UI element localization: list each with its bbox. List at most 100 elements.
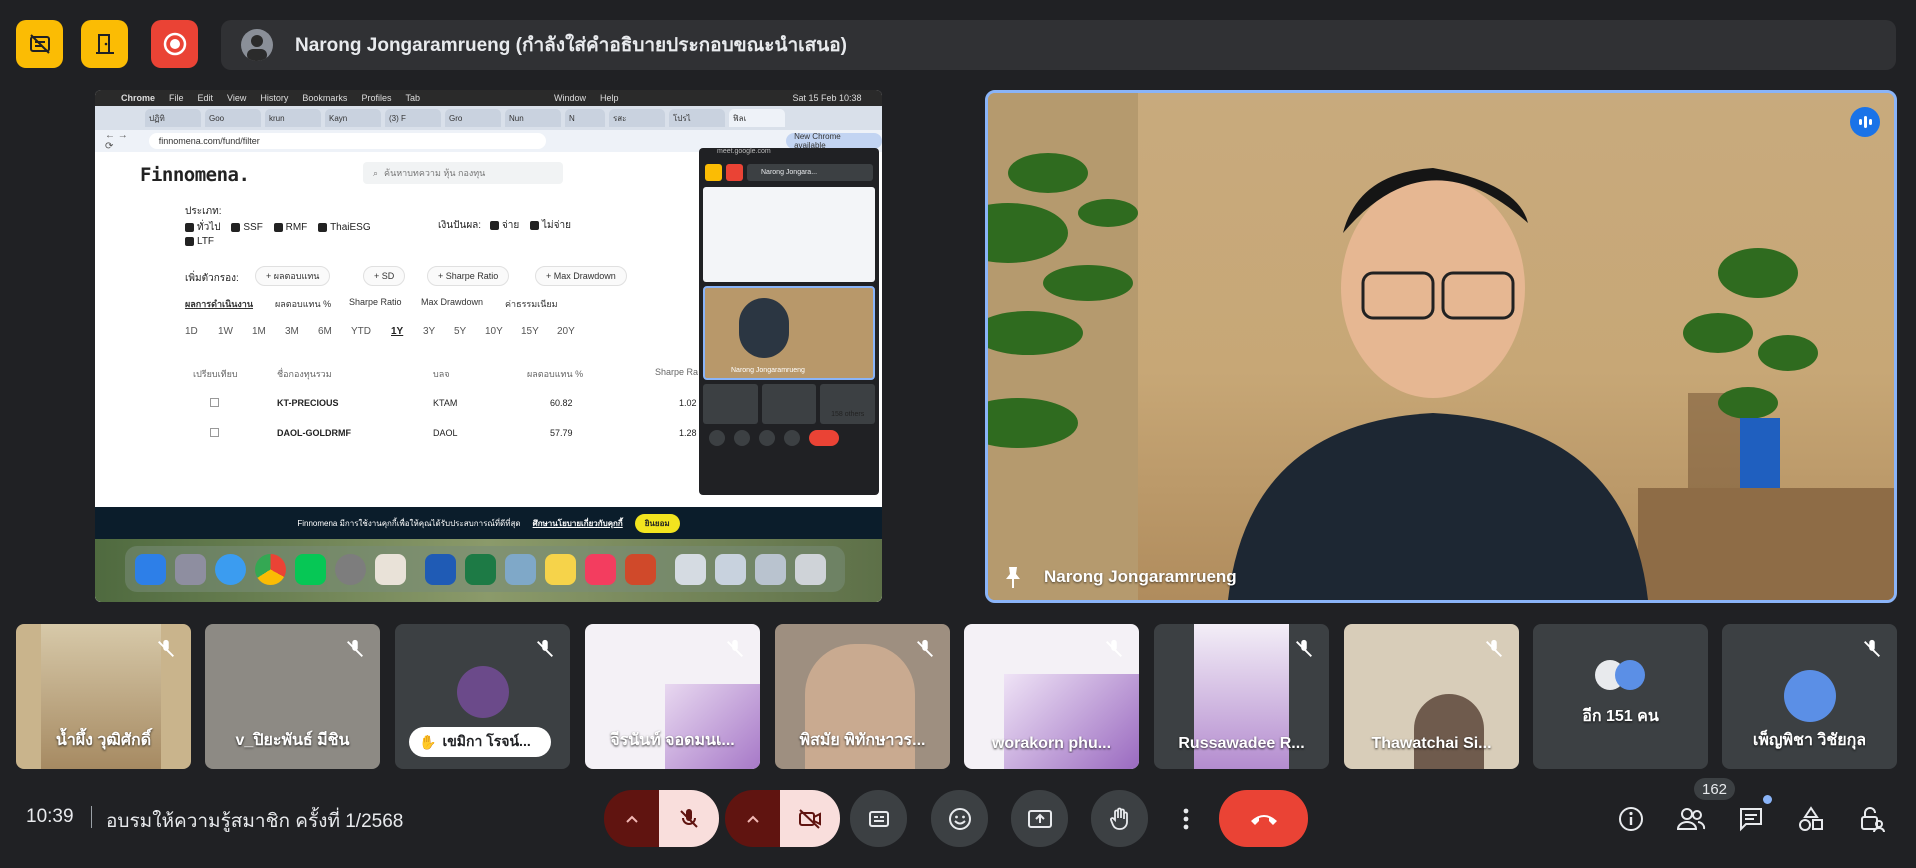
subtab: ผลการดำเนินงาน [185,299,254,309]
browser-tab: Nun [505,109,561,127]
menubar-item: View [227,93,247,103]
participant-tile[interactable]: Thawatchai Si... [1344,624,1519,769]
leave-call-button[interactable] [1219,790,1308,847]
type-label: ประเภท: [185,206,222,217]
column-header: ชื่อกองทุนรวม [277,369,332,379]
mic-toggle-button[interactable] [659,790,719,847]
no-captions-icon [29,34,50,54]
participant-tile[interactable]: ✋ เขมิกา โรจน์... [395,624,570,769]
participant-tile[interactable]: Russawadee R... [1154,624,1329,769]
column-header: เปรียบเทียบ [193,369,238,379]
pin-icon[interactable] [1000,564,1026,590]
people-button[interactable] [1674,802,1708,836]
participant-name: worakorn phu... [991,735,1112,752]
participant-tile[interactable]: เพ็ญพิชา วิชัยกุล [1722,624,1897,769]
participant-video [1414,694,1484,769]
compare-checkbox [210,428,219,437]
cookie-text: Finnomena มีการใช้งานคุกกี้เพื่อให้คุณได… [297,518,521,528]
browser-tab: ปฏิทิ [145,109,201,127]
checkbox-icon [318,222,328,232]
emoji-icon [948,807,971,830]
powerpoint-icon [625,553,656,585]
speaker-scene-illustration [988,93,1894,600]
menubar-item: Help [599,93,619,103]
mic-off-icon [347,639,363,657]
chat-button[interactable] [1734,802,1768,836]
app-icon [375,553,406,585]
participant-tile[interactable]: พิสมัย พิทักษาวร... [775,624,950,769]
recording-button[interactable] [151,20,198,68]
visual-effects-off-button[interactable] [16,20,63,68]
participant-name: Thawatchai Si... [1371,735,1492,752]
settings-icon [335,553,366,585]
dividend-label: เงินปันผล: [438,220,482,231]
dividend-option: จ่าย [501,220,520,231]
participant-tile[interactable]: จีรนันท์ จอดมนเ... [585,624,760,769]
host-controls-lock-button[interactable] [1854,802,1888,836]
mini-hangup-icon [809,430,839,446]
cookie-link: ศึกษานโยบายเกี่ยวกับคุกกี้ [532,518,623,528]
menubar-item: History [260,93,289,103]
present-screen-button[interactable] [1011,790,1068,847]
video-options-button[interactable] [725,790,780,847]
browser-tab: N [565,109,605,127]
divider [91,806,92,828]
checkbox-icon [231,222,241,232]
mic-off-icon [1864,639,1880,657]
mini-camera-icon [734,430,750,446]
add-filter-label: เพิ่มตัวกรอง: [185,273,239,284]
host-controls-button[interactable] [81,20,128,68]
column-header: Sharpe Ra [655,367,699,377]
audio-options-button[interactable] [604,790,659,847]
fund-name: KT-PRECIOUS [277,398,339,408]
excel-icon [465,553,496,585]
type-options: ทั่วไป SSF RMF ThaiESG [185,220,371,235]
mic-off-icon [1106,639,1122,657]
raise-hand-button[interactable] [1091,790,1148,847]
period-option: YTD [351,326,371,337]
period-option: 20Y [557,326,575,337]
mac-dock [125,546,845,592]
activities-button[interactable] [1794,802,1828,836]
launchpad-icon [175,553,206,585]
reactions-button[interactable] [931,790,988,847]
fund-sharpe: 1.02 [679,398,697,408]
subtab: ค่าธรรมเนียม [505,299,558,309]
chrome-icon [255,553,286,585]
chevron-up-icon [625,815,638,823]
subtab: Sharpe Ratio [349,297,402,307]
filter-chip: + ผลตอบแทน [255,266,331,286]
column-header: บลจ [433,369,450,379]
filter-chip-label: SD [381,271,395,281]
type-option: RMF [285,222,308,233]
cookie-banner: Finnomena มีการใช้งานคุกกี้เพื่อให้คุณได… [95,507,882,539]
participant-tile[interactable]: v_ปิยะพันธ์ มีชิน [205,624,380,769]
record-icon [163,32,186,56]
browser-tab: krun [265,109,321,127]
document-icon [755,553,786,585]
participant-tile[interactable]: น้ำผึ้ง วุฒิศักดิ์ [16,624,191,769]
shapes-icon [1799,806,1823,831]
people-icon [1676,808,1706,830]
mic-off-icon [1296,639,1312,657]
captions-button[interactable] [850,790,907,847]
new-chrome-badge: New Chrome available [786,132,882,150]
menubar-item: Window [553,93,586,103]
menubar-clock: Sat 15 Feb 10:38 [792,93,862,103]
type-options-row2: LTF [185,236,214,247]
meeting-info-button[interactable] [1614,802,1648,836]
more-participants-tile[interactable]: อีก 151 คน [1533,624,1708,769]
browser-tabstrip: ปฏิทิ Goo krun Kayn (3) F Gro Nun N รสะ … [95,106,882,130]
compare-checkbox [210,398,219,407]
menubar-item: File [169,93,184,103]
mini-hand-icon [759,430,775,446]
mini-speaker-name: Narong Jongaramrueng [731,367,805,374]
period-option: 3Y [423,326,436,337]
filter-chip: + SD [363,266,406,286]
participant-tile[interactable]: worakorn phu... [964,624,1139,769]
active-speaker-tile[interactable]: Narong Jongaramrueng [985,90,1897,603]
hand-icon [1109,807,1128,830]
period-option: 15Y [521,326,539,337]
camera-toggle-button[interactable] [780,790,840,847]
more-options-button[interactable] [1166,790,1206,847]
